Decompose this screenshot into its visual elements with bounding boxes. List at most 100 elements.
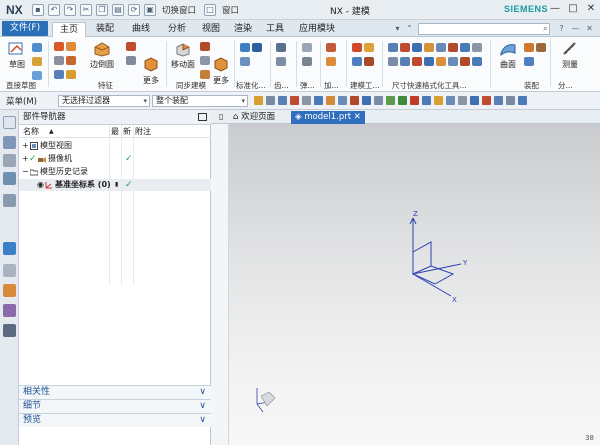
snap-point-icon[interactable] (458, 96, 467, 105)
assembly-navigator-icon[interactable] (3, 136, 16, 149)
pull-face-icon[interactable] (200, 42, 210, 51)
ribbon-options-icon[interactable]: ▾ (392, 23, 403, 34)
constraint-navigator-icon[interactable] (3, 154, 16, 167)
collapse-icon[interactable]: − (22, 166, 29, 178)
snap-point-icon[interactable] (434, 96, 443, 105)
close-tab-icon[interactable]: ✕ (354, 112, 361, 122)
tab-view[interactable]: 视图 (196, 22, 226, 37)
group-label-standardize[interactable]: 标准化... (236, 80, 266, 91)
pattern-icon[interactable] (54, 70, 64, 79)
tree-row-cameras[interactable]: + ✓ 摄像机 ✓ (19, 153, 211, 165)
group-label-modeling-tools[interactable]: 建模工... (350, 80, 380, 91)
minimize-button[interactable]: — (548, 2, 562, 16)
undo-icon[interactable]: ↶ (48, 3, 60, 16)
system-materials-icon[interactable] (3, 284, 16, 297)
revolve-icon[interactable] (66, 42, 76, 51)
tab-applications[interactable]: 应用模块 (292, 22, 342, 37)
minimize-ribbon-icon[interactable]: ⌃ (404, 23, 415, 34)
group-label-gear[interactable]: 齿... (274, 80, 289, 91)
close-part-icon[interactable]: ✕ (584, 23, 595, 34)
standardize-icon[interactable] (240, 43, 250, 52)
group-label-feature[interactable]: 特征 (98, 80, 113, 91)
snap-point-icon[interactable] (494, 96, 503, 105)
details-panel[interactable]: 细节 ∨ (19, 399, 211, 413)
dimension-icon[interactable] (388, 57, 398, 66)
dimension-icon[interactable] (448, 57, 458, 66)
save-icon[interactable]: ▪ (32, 3, 44, 16)
dimension-icon[interactable] (400, 43, 410, 52)
dimension-icon[interactable] (472, 57, 482, 66)
copy-icon[interactable]: ❐ (96, 3, 108, 16)
chevron-down-icon[interactable]: ∨ (199, 386, 206, 399)
modeling-tool-icon[interactable] (364, 57, 374, 66)
gear-icon[interactable] (276, 57, 286, 66)
tab-render[interactable]: 渲染 (228, 22, 258, 37)
maximize-button[interactable]: □ (566, 2, 580, 16)
redo-icon[interactable]: ↷ (64, 3, 76, 16)
dimension-icon[interactable] (436, 57, 446, 66)
check-icon[interactable]: ✓ (29, 153, 37, 165)
dimension-icon[interactable] (460, 43, 470, 52)
select-tool-icon[interactable] (362, 96, 371, 105)
spring-icon[interactable] (302, 57, 312, 66)
dimension-icon[interactable] (472, 43, 482, 52)
switch-window-button[interactable]: 切换窗口 (160, 4, 200, 16)
rectangle-icon[interactable] (32, 71, 42, 80)
standardize-icon[interactable] (252, 43, 262, 52)
web-browser-icon[interactable] (3, 242, 16, 255)
dimension-icon[interactable] (388, 43, 398, 52)
group-label-direct-sketch[interactable]: 直接草图 (6, 80, 36, 91)
sketch-button[interactable]: 草图 (4, 41, 30, 70)
dimension-icon[interactable] (436, 43, 446, 52)
replace-face-icon[interactable] (200, 70, 210, 79)
group-label-analysis[interactable]: 分... (558, 80, 573, 91)
select-tool-icon[interactable] (266, 96, 275, 105)
dimension-icon[interactable] (400, 57, 410, 66)
add-icon[interactable] (326, 57, 336, 66)
dimension-icon[interactable] (412, 57, 422, 66)
edge-blend-button[interactable]: 边倒圆 (80, 41, 124, 70)
tab-welcome-page[interactable]: ⌂ 欢迎页面 (229, 111, 287, 124)
assembly-icon[interactable] (524, 43, 534, 52)
dependencies-panel[interactable]: 相关性 ∨ (19, 385, 211, 399)
hole-icon[interactable] (54, 56, 64, 65)
tab-tools[interactable]: 工具 (260, 22, 290, 37)
add-icon[interactable] (326, 43, 336, 52)
surface-button[interactable]: 曲面 (494, 41, 522, 70)
column-name[interactable]: 名称 (23, 125, 39, 138)
selection-scope-dropdown[interactable]: 整个装配 ▾ (152, 95, 248, 107)
offset-region-icon[interactable] (200, 56, 210, 65)
paste-icon[interactable]: ▤ (112, 3, 124, 16)
part-navigator-tab-icon[interactable] (3, 116, 16, 129)
snap-point-icon[interactable] (410, 96, 419, 105)
spring-icon[interactable] (302, 43, 312, 52)
expand-icon[interactable]: + (22, 153, 29, 165)
chevron-down-icon[interactable]: ∨ (199, 414, 206, 427)
tree-row-datum-csys[interactable]: ◉ 基准坐标系 (0) ▮ ✓ (19, 179, 211, 191)
snap-point-icon[interactable] (386, 96, 395, 105)
tab-curve[interactable]: 曲线 (124, 22, 158, 37)
select-tool-icon[interactable] (290, 96, 299, 105)
dimension-icon[interactable] (460, 57, 470, 66)
tab-home[interactable]: 主页 (52, 22, 86, 37)
more-features-button[interactable]: 更多 (138, 57, 164, 86)
group-label-add[interactable]: 加... (324, 80, 339, 91)
minimize-icon[interactable]: — (570, 23, 581, 34)
select-tool-icon[interactable] (314, 96, 323, 105)
snap-point-icon[interactable] (422, 96, 431, 105)
group-label-dimension-format[interactable]: 尺寸快速格式化工具... (392, 80, 467, 91)
chevron-down-icon[interactable]: ∨ (199, 400, 206, 413)
preview-panel[interactable]: 预览 ∨ (19, 413, 211, 427)
select-tool-icon[interactable] (326, 96, 335, 105)
expand-icon[interactable]: + (22, 140, 29, 152)
measure-button[interactable]: 测量 (556, 41, 584, 70)
visible-eye-icon[interactable]: ◉ (37, 179, 44, 191)
arc-icon[interactable] (32, 57, 42, 66)
sort-up-icon[interactable]: ▲ (49, 125, 54, 138)
chamfer-icon[interactable] (126, 42, 136, 51)
dimension-icon[interactable] (448, 43, 458, 52)
snap-point-icon[interactable] (398, 96, 407, 105)
select-tool-icon[interactable] (374, 96, 383, 105)
tab-analysis[interactable]: 分析 (160, 22, 194, 37)
standardize-icon[interactable] (240, 57, 250, 66)
